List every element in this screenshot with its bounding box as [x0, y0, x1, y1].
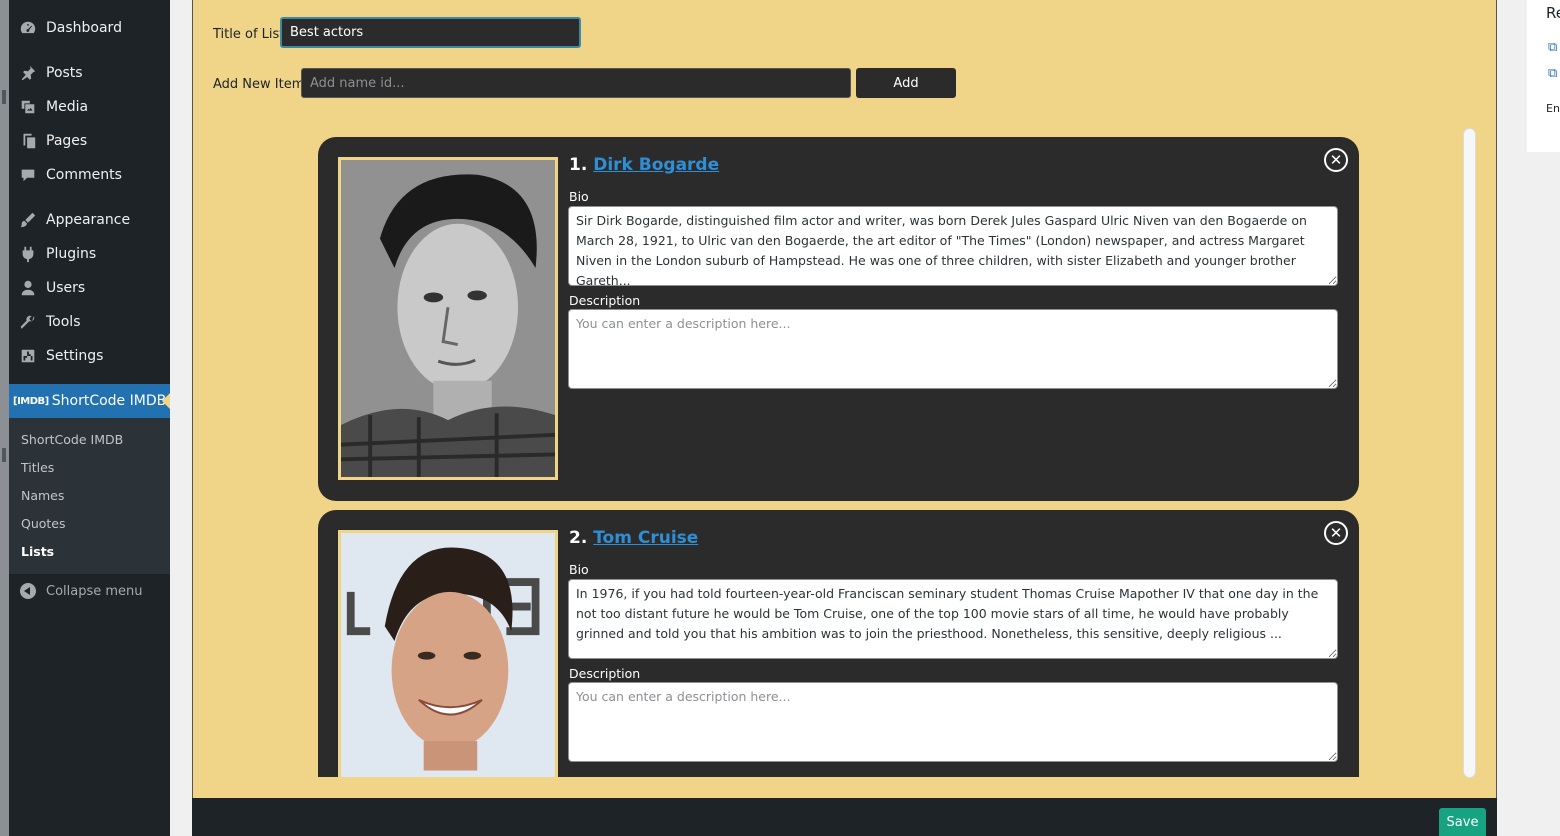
edge-tick: [2, 90, 6, 104]
bio-textarea[interactable]: In 1976, if you had told fourteen-year-o…: [568, 579, 1338, 659]
actor-name-link[interactable]: Dirk Bogarde: [593, 155, 719, 175]
active-indicator-arrow: [162, 393, 170, 409]
item-number: 1.: [569, 155, 588, 175]
close-icon: ✕: [1329, 523, 1343, 542]
pages-icon: [18, 131, 38, 151]
sidebar-item-label: Pages: [46, 133, 88, 149]
item-title: 1. Dirk Bogarde: [569, 155, 719, 175]
item-number: 2.: [569, 528, 588, 548]
save-button[interactable]: Save: [1439, 808, 1486, 836]
sidebar-item-comments[interactable]: Comments: [9, 158, 170, 192]
list-item-card: 1. Dirk Bogarde ✕ Bio Sir Dirk Bogarde, …: [318, 137, 1359, 501]
plugin-icon: [18, 244, 38, 264]
sidebar-item-label: Settings: [46, 348, 104, 364]
sidebar-item-appearance[interactable]: Appearance: [9, 203, 170, 237]
sidebar-item-media[interactable]: Media: [9, 90, 170, 124]
actor-name-link[interactable]: Tom Cruise: [593, 528, 698, 548]
window-edge-strip: [0, 0, 9, 836]
pin-icon: [18, 63, 38, 83]
bottom-action-bar: Save: [192, 798, 1497, 836]
description-label: Description: [569, 293, 641, 308]
dashboard-icon: [18, 18, 38, 38]
sidebar-item-label: Appearance: [46, 212, 131, 228]
description-label: Description: [569, 666, 641, 681]
sidebar-item-label: Tools: [46, 314, 81, 330]
imdb-icon: [IMDB]: [13, 395, 49, 407]
list-editor-panel: Title of List Add New Item Add: [192, 0, 1497, 798]
content-gap: [170, 0, 193, 836]
submenu-item-quotes[interactable]: Quotes: [21, 516, 66, 531]
sidebar-item-label: Media: [46, 99, 89, 115]
collapse-menu-label: Collapse menu: [46, 583, 143, 599]
sidebar-item-label: Dashboard: [46, 20, 122, 36]
admin-sidebar: Dashboard Posts Media Pages Comments App…: [9, 0, 170, 836]
right-box-title: Re: [1546, 4, 1560, 22]
comments-icon: [18, 165, 38, 185]
add-name-id-input[interactable]: [301, 68, 851, 98]
settings-icon: [18, 346, 38, 366]
media-icon: [18, 97, 38, 117]
sidebar-item-label: ShortCode IMDB: [51, 393, 167, 409]
remove-item-button[interactable]: ✕: [1324, 148, 1348, 172]
add-button[interactable]: Add: [856, 68, 956, 98]
sidebar-item-label: Users: [46, 280, 86, 296]
sidebar-item-users[interactable]: Users: [9, 271, 170, 305]
user-icon: [18, 278, 38, 298]
actor-photo: [338, 530, 558, 777]
right-sidebar: Re ⧉ ⧉ En: [1497, 0, 1560, 836]
external-link-icon[interactable]: ⧉: [1548, 40, 1560, 55]
sidebar-item-plugins[interactable]: Plugins: [9, 237, 170, 271]
brush-icon: [18, 210, 38, 230]
submenu-item-names[interactable]: Names: [21, 488, 64, 503]
submenu-item-titles[interactable]: Titles: [21, 460, 54, 475]
sidebar-item-label: Comments: [46, 167, 122, 183]
sidebar-submenu: ShortCode IMDB Titles Names Quotes Lists: [9, 418, 170, 574]
sidebar-item-posts[interactable]: Posts: [9, 56, 170, 90]
right-info-box: Re ⧉ ⧉ En: [1527, 0, 1560, 152]
description-textarea[interactable]: [568, 309, 1338, 389]
list-scrollbar[interactable]: [1463, 128, 1476, 778]
submenu-item-shortcode-imdb[interactable]: ShortCode IMDB: [21, 432, 123, 447]
add-new-item-label: Add New Item: [213, 77, 305, 92]
actor-photo: [338, 157, 558, 480]
sidebar-item-settings[interactable]: Settings: [9, 339, 170, 373]
sidebar-item-label: Plugins: [46, 246, 97, 262]
collapse-menu-button[interactable]: Collapse menu: [9, 578, 143, 604]
list-item-card: 2. Tom Cruise ✕ Bio In 1976, if you had …: [318, 510, 1359, 777]
bio-label: Bio: [569, 189, 589, 204]
right-box-text: En: [1546, 102, 1560, 115]
external-link-icon[interactable]: ⧉: [1548, 66, 1560, 81]
item-title: 2. Tom Cruise: [569, 528, 698, 548]
sidebar-item-label: Posts: [46, 65, 83, 81]
close-icon: ✕: [1329, 150, 1343, 169]
bio-label: Bio: [569, 562, 589, 577]
submenu-item-lists[interactable]: Lists: [21, 544, 54, 559]
sidebar-item-dashboard[interactable]: Dashboard: [9, 11, 170, 45]
description-textarea[interactable]: [568, 682, 1338, 762]
title-of-list-input[interactable]: [280, 17, 581, 48]
remove-item-button[interactable]: ✕: [1324, 521, 1348, 545]
title-of-list-label: Title of List: [213, 27, 285, 42]
list-items-container: 1. Dirk Bogarde ✕ Bio Sir Dirk Bogarde, …: [318, 137, 1378, 777]
edge-tick: [2, 448, 6, 462]
sidebar-item-tools[interactable]: Tools: [9, 305, 170, 339]
collapse-icon: [20, 583, 36, 599]
sidebar-item-shortcode-imdb[interactable]: [IMDB] ShortCode IMDB: [9, 384, 170, 418]
sidebar-item-pages[interactable]: Pages: [9, 124, 170, 158]
wrench-icon: [18, 312, 38, 332]
bio-textarea[interactable]: Sir Dirk Bogarde, distinguished film act…: [568, 206, 1338, 286]
